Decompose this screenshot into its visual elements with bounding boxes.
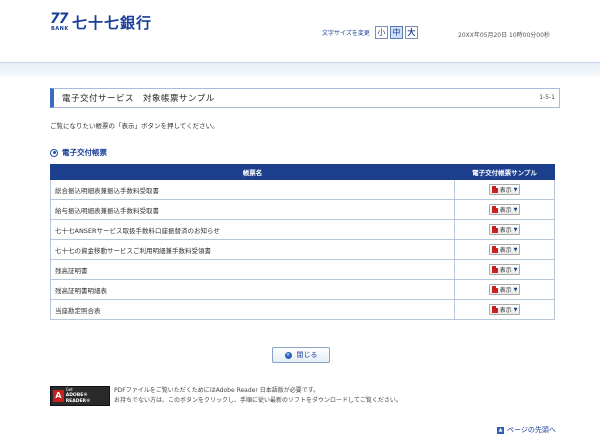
adobe-note-line1: PDFファイルをご覧いただくためにはAdobe Reader 日本語版が必要です…: [114, 387, 320, 394]
show-button-label: 表示: [499, 227, 512, 234]
arrow-up-icon: ▲: [497, 426, 504, 434]
document-name: 七十七の資金移動サービスご利用明細兼手数料受領書: [50, 239, 455, 260]
column-header-sample: 電子交付帳票サンプル: [454, 164, 555, 180]
logo-mark: 77 BANK: [50, 11, 70, 34]
bank-logo[interactable]: 77 BANK 七十七銀行: [50, 11, 153, 34]
logo-name: 七十七銀行: [72, 14, 153, 32]
triangle-down-icon: ▼: [513, 246, 518, 253]
adobe-reader-text: ADOBE® READER®: [65, 393, 91, 404]
show-button-label: 表示: [499, 287, 512, 294]
triangle-down-icon: ▼: [513, 286, 518, 293]
adobe-reader-note: PDFファイルをご覧いただくためにはAdobe Reader 日本語版が必要です…: [114, 386, 402, 406]
font-size-switcher: 文字サイズを変更 小 中 大: [322, 26, 418, 39]
header-band: [0, 62, 600, 77]
close-icon: ×: [284, 351, 292, 359]
pdf-icon: [491, 206, 498, 213]
back-to-top-label: ページの先頭へ: [507, 426, 556, 434]
font-size-small-button[interactable]: 小: [374, 26, 388, 39]
show-button-label: 表示: [499, 187, 512, 194]
table-header-row: 帳票名 電子交付帳票サンプル: [50, 164, 555, 180]
font-size-large-button[interactable]: 大: [404, 26, 418, 39]
document-name: 七十七ANSERサービス取扱手数料口座振替済のお知らせ: [50, 219, 455, 240]
show-button[interactable]: 表示 ▼: [488, 204, 521, 215]
document-name: 給与振込明細表兼振込手数料受取書: [50, 199, 455, 220]
table-row: 残高証明書 表示 ▼: [50, 259, 555, 280]
instruction-text: ご覧になりたい帳票の「表示」ボタンを押してください。: [50, 122, 219, 130]
table-row: 残高証明書明細表 表示 ▼: [50, 279, 555, 300]
document-name: 総合振込明細表兼振込手数料受取書: [50, 179, 455, 200]
pdf-icon: [491, 266, 498, 273]
bullet-icon: [50, 148, 58, 157]
logo-number: 77: [50, 11, 69, 27]
document-name: 残高証明書: [50, 259, 455, 280]
document-table: 帳票名 電子交付帳票サンプル 総合振込明細表兼振込手数料受取書 表示 ▼ 給与振込…: [50, 164, 555, 320]
show-button-label: 表示: [499, 207, 512, 214]
close-button[interactable]: × 閉じる: [272, 347, 330, 363]
get-adobe-reader-button[interactable]: A Get ADOBE® READER®: [50, 386, 110, 406]
triangle-down-icon: ▼: [513, 206, 518, 213]
current-datetime: 20XX年05月20日 10時00分00秒: [458, 32, 550, 39]
triangle-down-icon: ▼: [513, 226, 518, 233]
page-title-box: 電子交付サービス 対象帳票サンプル 1-5-1: [50, 88, 560, 108]
pdf-icon: [491, 186, 498, 193]
adobe-note-line2: お持ちでない方は、このボタンをクリックし、手順に従い最新のソフトをダウンロードし…: [114, 397, 402, 404]
adobe-logo-icon: A: [53, 390, 64, 402]
pdf-icon: [491, 306, 498, 313]
show-button[interactable]: 表示 ▼: [488, 224, 521, 235]
section-label: 電子交付帳票: [62, 148, 107, 157]
table-row: 七十七の資金移動サービスご利用明細兼手数料受領書 表示 ▼: [50, 239, 555, 260]
show-button[interactable]: 表示 ▼: [488, 244, 521, 255]
column-header-document-name: 帳票名: [50, 164, 455, 180]
show-button-label: 表示: [499, 247, 512, 254]
show-button-label: 表示: [499, 307, 512, 314]
section-heading: 電子交付帳票: [50, 147, 107, 158]
triangle-down-icon: ▼: [513, 266, 518, 273]
triangle-down-icon: ▼: [513, 186, 518, 193]
page-header: 77 BANK 七十七銀行 文字サイズを変更 小 中 大 20XX年05月20日…: [0, 0, 600, 60]
show-button-label: 表示: [499, 267, 512, 274]
logo-bank-text: BANK: [51, 26, 69, 32]
document-name: 当座勘定照合表: [50, 299, 455, 320]
font-size-label: 文字サイズを変更: [322, 30, 370, 37]
document-name: 残高証明書明細表: [50, 279, 455, 300]
pdf-icon: [491, 286, 498, 293]
pdf-icon: [491, 246, 498, 253]
page-title: 電子交付サービス 対象帳票サンプル: [62, 94, 215, 104]
close-button-label: 閉じる: [296, 351, 318, 359]
table-row: 給与振込明細表兼振込手数料受取書 表示 ▼: [50, 199, 555, 220]
table-row: 七十七ANSERサービス取扱手数料口座振替済のお知らせ 表示 ▼: [50, 219, 555, 240]
show-button[interactable]: 表示 ▼: [488, 284, 521, 295]
show-button[interactable]: 表示 ▼: [488, 264, 521, 275]
back-to-top-link[interactable]: ▲ ページの先頭へ: [497, 425, 556, 435]
show-button[interactable]: 表示 ▼: [488, 184, 521, 195]
triangle-down-icon: ▼: [513, 306, 518, 313]
table-row: 総合振込明細表兼振込手数料受取書 表示 ▼: [50, 179, 555, 200]
screen-code: 1-5-1: [539, 94, 555, 101]
pdf-icon: [491, 226, 498, 233]
show-button[interactable]: 表示 ▼: [488, 304, 521, 315]
font-size-medium-button[interactable]: 中: [389, 26, 403, 39]
table-row: 当座勘定照合表 表示 ▼: [50, 299, 555, 320]
